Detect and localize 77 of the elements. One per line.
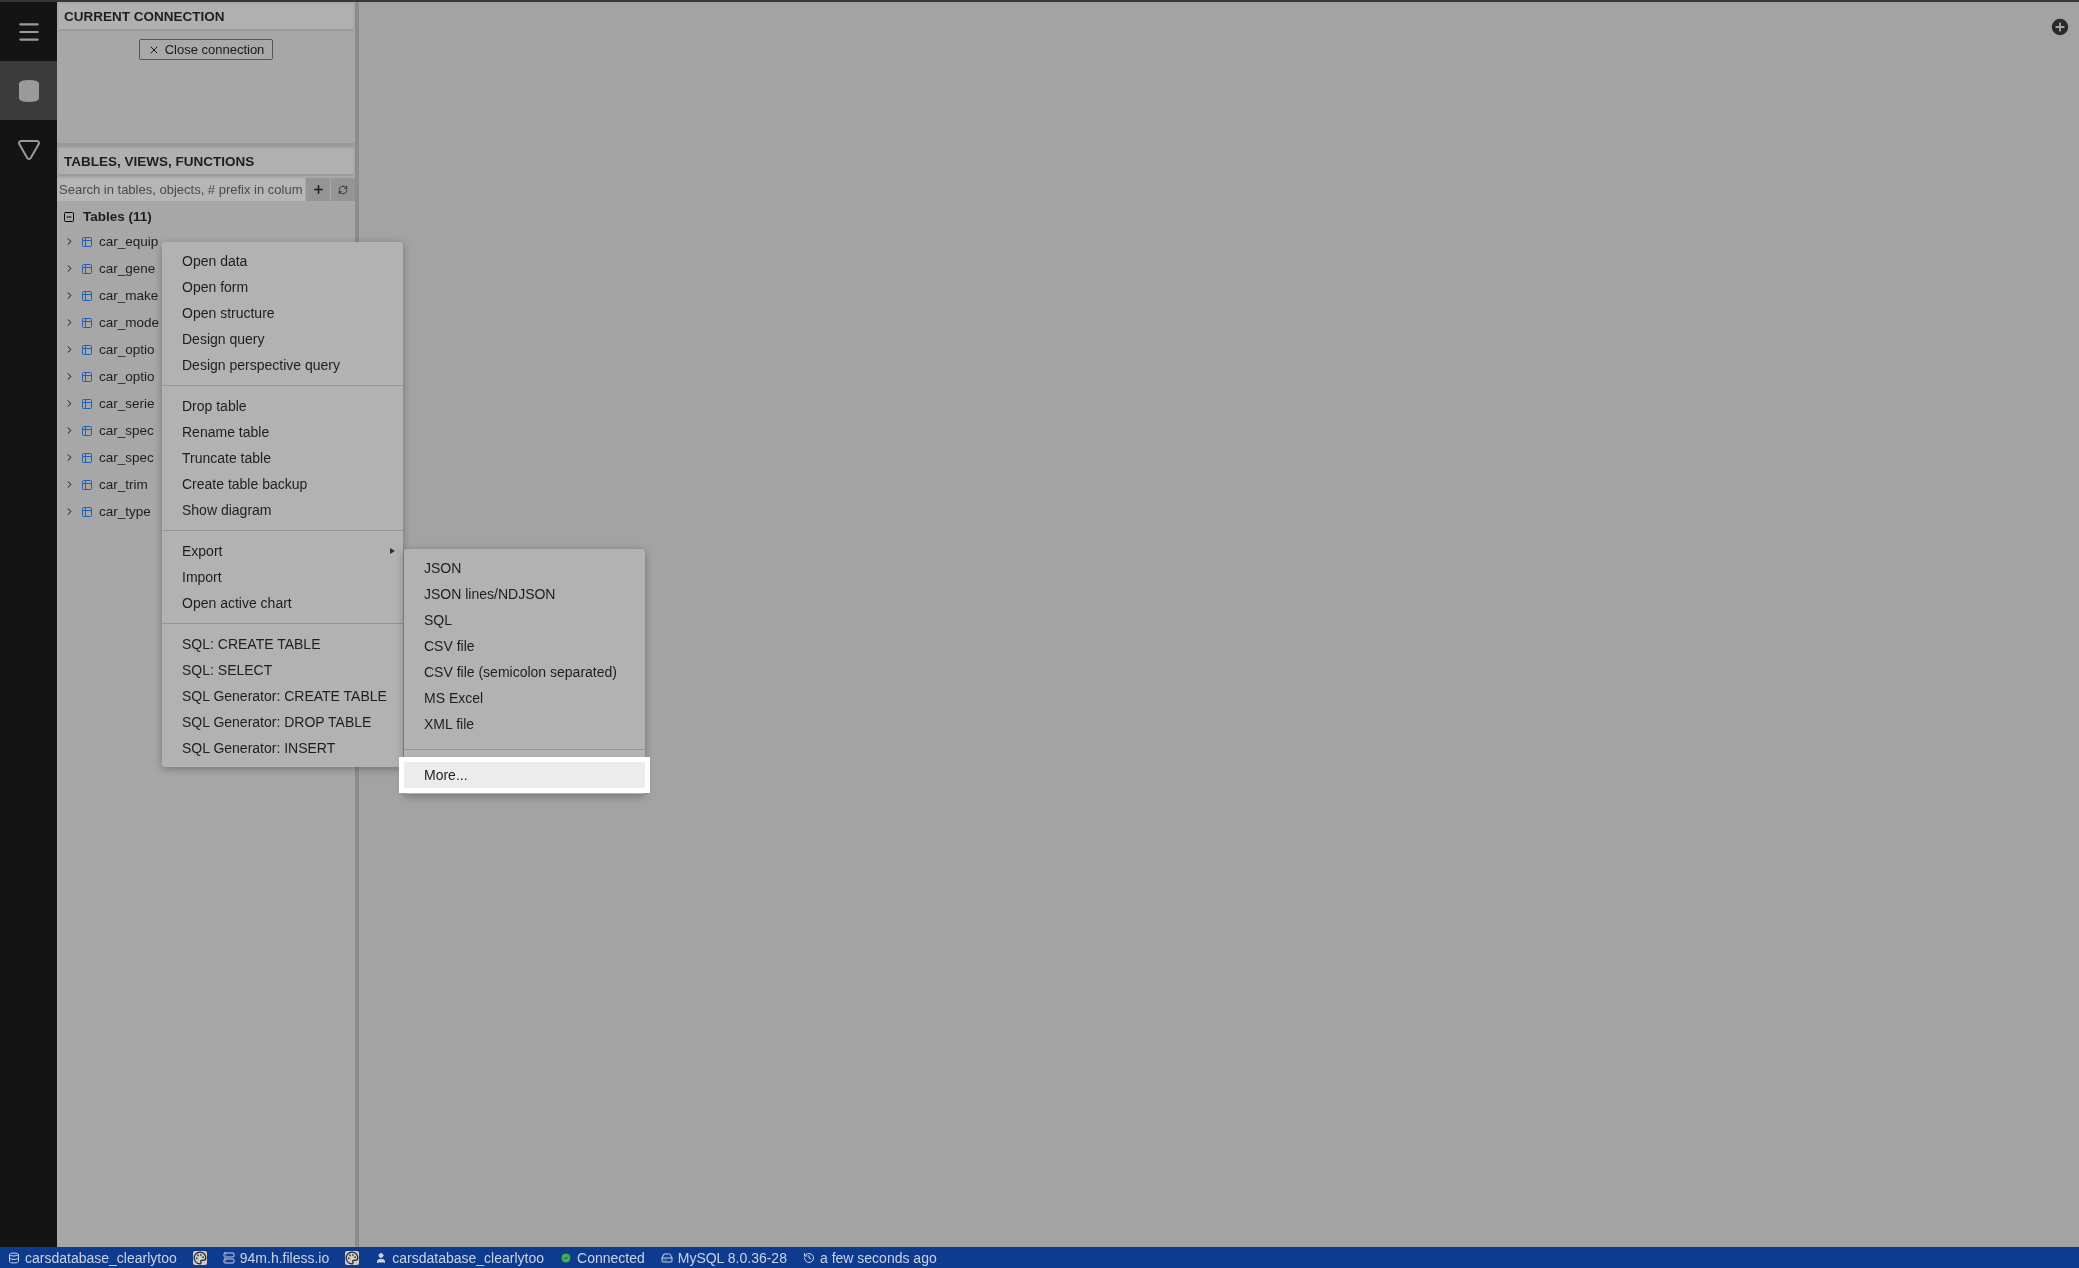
add-button[interactable] <box>305 178 330 201</box>
user-icon <box>375 1251 388 1264</box>
table-icon <box>81 505 93 518</box>
table-icon <box>81 343 93 356</box>
table-item[interactable]: car_equip <box>99 234 159 249</box>
menu-item[interactable]: Drop table <box>162 393 403 419</box>
menu-item[interactable]: Import <box>162 564 403 590</box>
menu-item[interactable]: Create table backup <box>162 471 403 497</box>
menu-item[interactable]: Design perspective query <box>162 352 403 378</box>
check-icon <box>560 1251 572 1264</box>
menu-item[interactable]: SQL <box>404 607 645 633</box>
table-item[interactable]: car_gene <box>99 261 156 276</box>
close-connection-button[interactable]: Close connection <box>138 39 274 60</box>
menu-item[interactable]: SQL Generator: CREATE TABLE <box>162 683 403 709</box>
menu-item[interactable]: Design query <box>162 326 403 352</box>
table-item[interactable]: car_make <box>99 288 159 303</box>
refresh-icon <box>338 184 348 195</box>
table-icon <box>81 478 93 491</box>
database-icon <box>8 1251 20 1264</box>
refresh-button[interactable] <box>330 178 355 201</box>
status-text: a few seconds ago <box>819 1249 937 1266</box>
menu-item[interactable]: XML file <box>404 711 645 737</box>
menu-item[interactable]: SQL Generator: INSERT <box>162 735 403 761</box>
tree-group-label[interactable]: Tables (11) <box>83 209 152 224</box>
status-text: 94m.h.filess.io <box>239 1249 330 1266</box>
menu-item[interactable]: CSV file <box>404 633 645 659</box>
menu-item[interactable]: Rename table <box>162 419 403 445</box>
table-item[interactable]: car_trim <box>99 477 148 492</box>
menu-item[interactable]: Open structure <box>162 300 403 326</box>
menu-item[interactable]: SQL: CREATE TABLE <box>162 631 403 657</box>
table-item[interactable]: car_optio <box>99 369 155 384</box>
server-icon <box>222 1251 235 1264</box>
menu-item[interactable]: SQL: SELECT <box>162 657 403 683</box>
status-text: carsdatabase_clearlytoo <box>392 1249 544 1266</box>
add-icon[interactable] <box>2049 16 2071 38</box>
table-item[interactable]: car_serie <box>99 396 155 411</box>
menu-item[interactable]: SQL Generator: DROP TABLE <box>162 709 403 735</box>
database-icon <box>16 78 41 103</box>
status-text: carsdatabase_clearlytoo <box>25 1249 177 1266</box>
status-text: Connected <box>577 1249 645 1266</box>
menu-item[interactable]: Open data <box>162 248 403 274</box>
menu-item[interactable]: CSV file (semicolon separated) <box>404 659 645 685</box>
expand-icon[interactable] <box>64 506 75 517</box>
menu-item[interactable]: JSON <box>404 555 645 581</box>
table-icon <box>81 397 93 410</box>
menu-item[interactable]: Open form <box>162 274 403 300</box>
table-item[interactable]: car_mode <box>99 315 160 330</box>
table-icon <box>81 451 93 464</box>
palette-icon[interactable] <box>345 1250 360 1265</box>
table-icon <box>81 235 93 248</box>
table-icon <box>81 289 93 302</box>
table-item[interactable]: car_spec <box>99 450 154 465</box>
table-icon <box>81 424 93 437</box>
table-item[interactable]: car_type <box>99 504 151 519</box>
table-icon <box>81 262 93 275</box>
menu-item[interactable]: Open active chart <box>162 590 403 616</box>
collapse-icon[interactable] <box>63 210 75 223</box>
status-text: MySQL 8.0.36-28 <box>677 1249 787 1266</box>
menu-item[interactable]: Export <box>162 538 403 564</box>
plus-icon <box>311 183 325 196</box>
triangle-icon <box>16 137 41 162</box>
table-icon <box>81 316 93 329</box>
server-icon <box>660 1251 673 1264</box>
caret-icon <box>390 548 395 554</box>
menu-item[interactable]: JSON lines/NDJSON <box>404 581 645 607</box>
search-field[interactable]: Search in tables, objects, # prefix in colum <box>57 178 305 201</box>
menu-item[interactable]: Truncate table <box>162 445 403 471</box>
table-item[interactable]: car_spec <box>99 423 154 438</box>
panel-header: TABLES, VIEWS, FUNCTIONS <box>59 149 353 176</box>
history-icon <box>802 1251 815 1264</box>
menu-item[interactable]: MS Excel <box>404 685 645 711</box>
sidebar-button[interactable] <box>0 61 57 120</box>
palette-icon[interactable] <box>192 1250 207 1265</box>
menu-item[interactable]: Show diagram <box>162 497 403 523</box>
table-item[interactable]: car_optio <box>99 342 155 357</box>
panel-header: CURRENT CONNECTION <box>59 4 353 31</box>
table-icon <box>81 370 93 383</box>
